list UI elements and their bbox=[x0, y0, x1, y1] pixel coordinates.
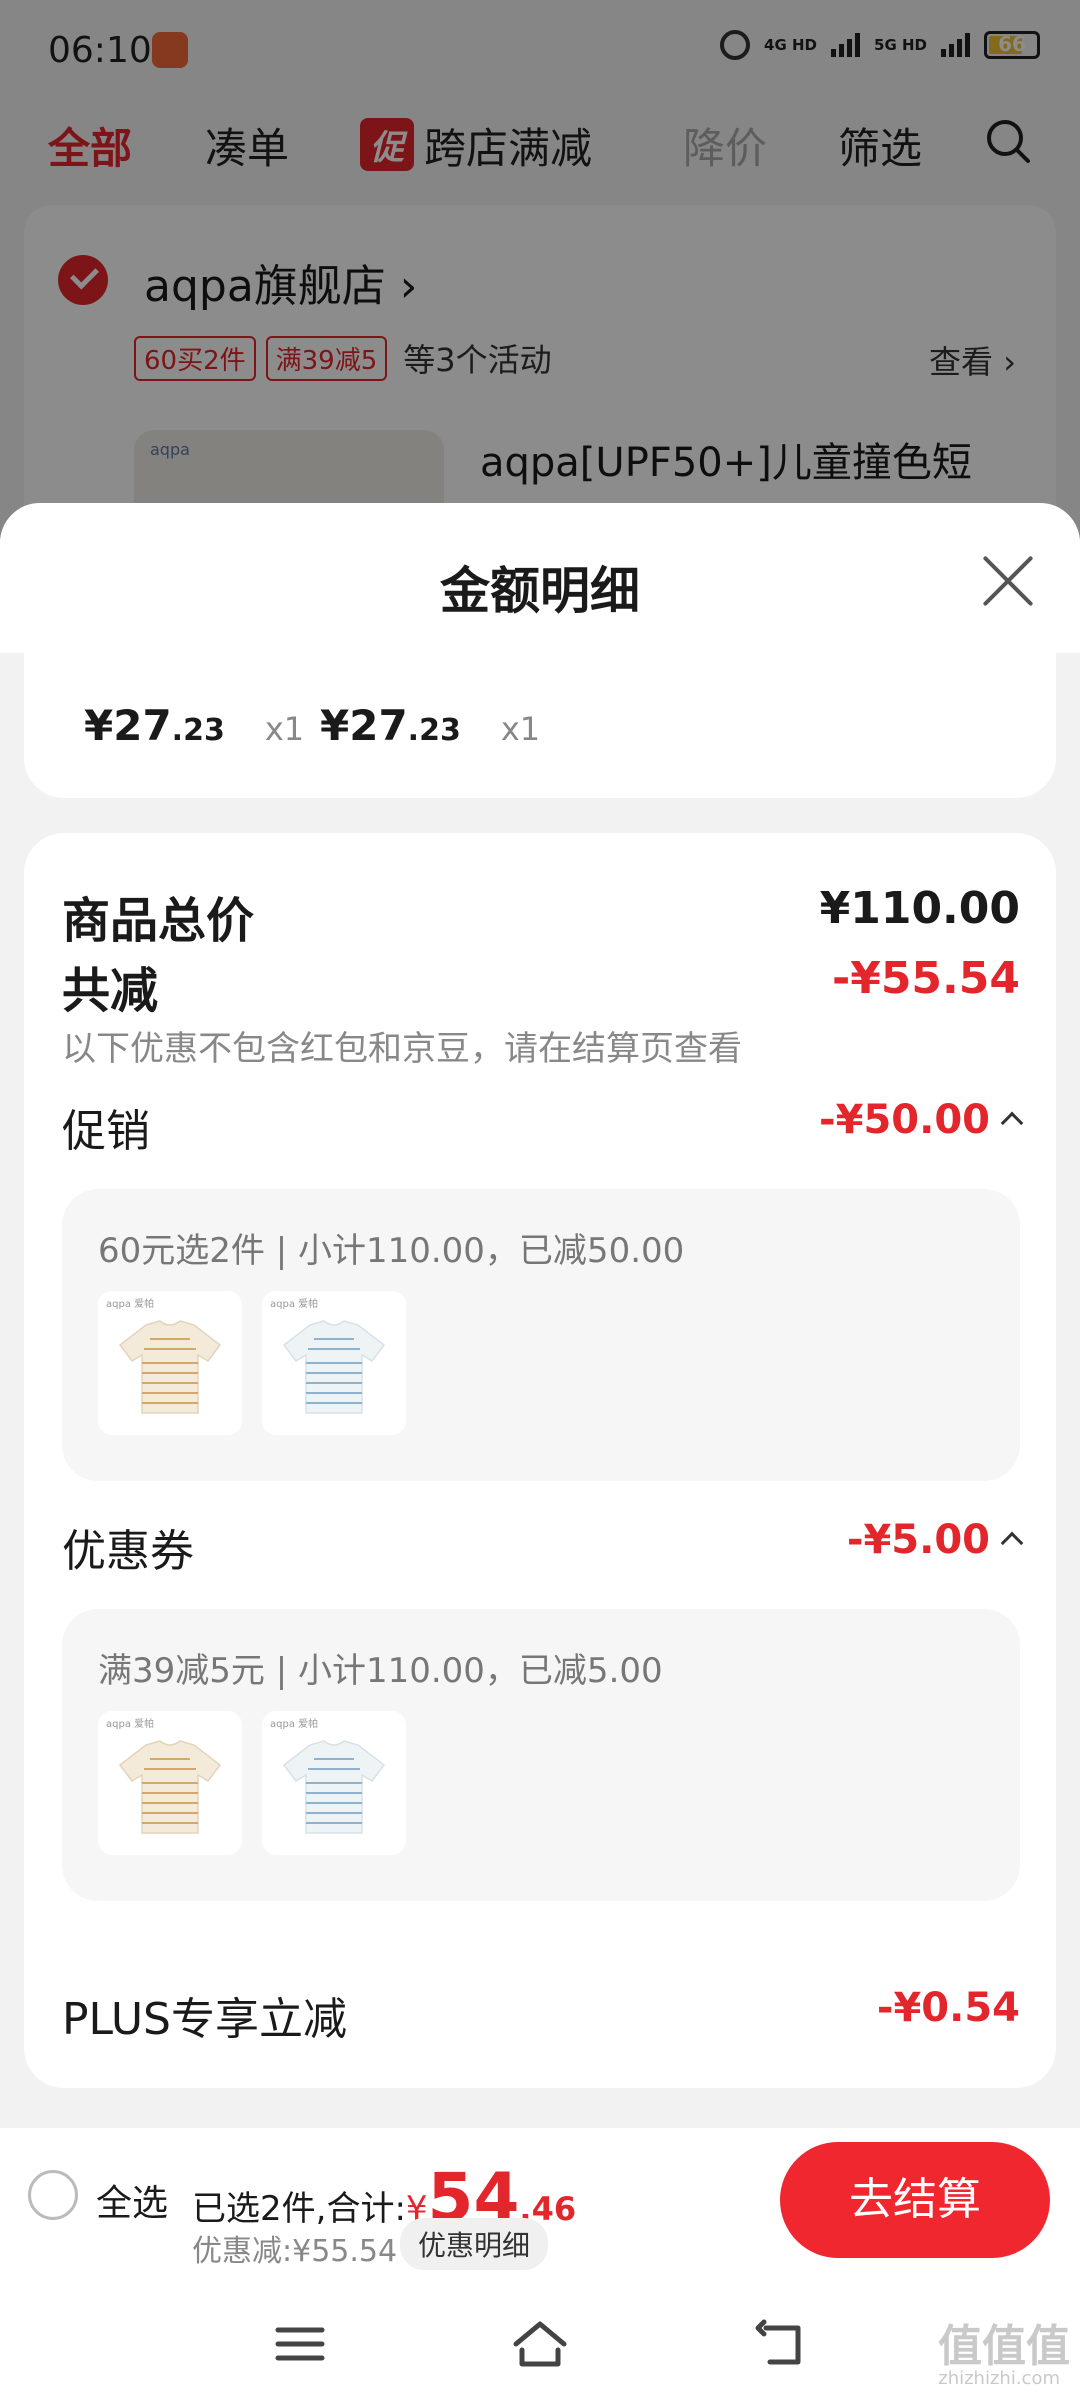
discount-amount: 优惠减:¥55.54 bbox=[192, 2234, 398, 2269]
brand-logo: aqpa 爱帕 bbox=[270, 1299, 319, 1310]
watermark-logo: 值值值 bbox=[938, 2321, 1070, 2372]
item-price-decimal: .23 bbox=[171, 713, 225, 748]
selected-items-card: ¥27 .23 x1 ¥27 .23 x1 bbox=[24, 653, 1056, 798]
product-thumbnail[interactable]: aqpa 爱帕 bbox=[98, 1291, 242, 1435]
coupon-label: 优惠券 bbox=[62, 1526, 194, 1577]
promotion-detail-box: 60元选2件 | 小计110.00，已减50.00 aqpa 爱帕 aqpa 爱… bbox=[62, 1189, 1020, 1481]
system-navigation-bar bbox=[0, 2280, 1080, 2400]
striped-tshirt-image bbox=[118, 1740, 222, 1834]
item-price: ¥27 .23 x1 bbox=[320, 701, 540, 750]
close-icon[interactable] bbox=[980, 553, 1036, 609]
plus-discount-value: -¥0.54 bbox=[876, 1985, 1020, 2031]
amount-detail-sheet: 金额明细 ¥27 .23 x1 ¥27 .23 x1 商品总价 ¥110.00 … bbox=[0, 503, 1080, 2400]
discount-hint: 以下优惠不包含红包和京豆，请在结算页查看 bbox=[62, 1029, 742, 1069]
item-price: ¥27 .23 x1 bbox=[84, 701, 304, 750]
product-thumbnail[interactable]: aqpa 爱帕 bbox=[262, 1291, 406, 1435]
checkout-button[interactable]: 去结算 bbox=[780, 2142, 1050, 2258]
brand-logo: aqpa 爱帕 bbox=[270, 1719, 319, 1730]
item-price-main: ¥27 bbox=[320, 701, 408, 750]
total-price-value: ¥110.00 bbox=[819, 883, 1020, 934]
striped-tshirt-image bbox=[282, 1740, 386, 1834]
discount-detail-button[interactable]: 优惠明细 bbox=[400, 2218, 549, 2270]
item-price-main: ¥27 bbox=[84, 701, 172, 750]
plus-discount-label: PLUS专享立减 bbox=[62, 1994, 347, 2045]
watermark-url: zhizhizhi.com bbox=[938, 2368, 1060, 2389]
striped-tshirt-image bbox=[118, 1320, 222, 1414]
menu-icon[interactable] bbox=[270, 2314, 330, 2374]
product-thumbnail[interactable]: aqpa 爱帕 bbox=[262, 1711, 406, 1855]
select-all-label[interactable]: 全选 bbox=[96, 2174, 168, 2226]
back-icon[interactable] bbox=[750, 2314, 810, 2374]
coupon-toggle[interactable]: -¥5.00 bbox=[846, 1517, 1024, 1563]
selected-count-label: 已选2件,合计: bbox=[192, 2189, 406, 2229]
promotion-label: 促销 bbox=[62, 1106, 150, 1157]
sheet-title: 金额明细 bbox=[440, 562, 640, 620]
item-quantity: x1 bbox=[500, 710, 541, 748]
striped-tshirt-image bbox=[282, 1320, 386, 1414]
sheet-header: 金额明细 bbox=[0, 503, 1080, 653]
coupon-detail-text: 满39减5元 | 小计110.00，已减5.00 bbox=[98, 1651, 663, 1691]
product-thumbnail[interactable]: aqpa 爱帕 bbox=[98, 1711, 242, 1855]
coupon-value: -¥5.00 bbox=[846, 1517, 990, 1563]
brand-logo: aqpa 爱帕 bbox=[106, 1299, 155, 1310]
total-price-label: 商品总价 bbox=[62, 893, 255, 949]
checkout-bar: 全选 已选2件,合计: ¥ 54 .46 优惠减:¥55.54 优惠明细 去结算 bbox=[0, 2128, 1080, 2280]
chevron-up-icon bbox=[1000, 1111, 1024, 1135]
promotion-value: -¥50.00 bbox=[819, 1097, 990, 1143]
promotion-detail-text: 60元选2件 | 小计110.00，已减50.00 bbox=[98, 1231, 685, 1271]
item-quantity: x1 bbox=[264, 710, 305, 748]
promotion-toggle[interactable]: -¥50.00 bbox=[819, 1097, 1024, 1143]
chevron-up-icon bbox=[1000, 1531, 1024, 1555]
item-price-decimal: .23 bbox=[407, 713, 461, 748]
total-reduced-label: 共减 bbox=[62, 963, 159, 1019]
coupon-detail-box: 满39减5元 | 小计110.00，已减5.00 aqpa 爱帕 aqpa 爱帕 bbox=[62, 1609, 1020, 1901]
home-icon[interactable] bbox=[510, 2314, 570, 2374]
select-all-checkbox[interactable] bbox=[28, 2170, 78, 2220]
price-breakdown-card: 商品总价 ¥110.00 共减 -¥55.54 以下优惠不包含红包和京豆，请在结… bbox=[24, 833, 1056, 2088]
brand-logo: aqpa 爱帕 bbox=[106, 1719, 155, 1730]
total-reduced-value: -¥55.54 bbox=[831, 953, 1020, 1004]
